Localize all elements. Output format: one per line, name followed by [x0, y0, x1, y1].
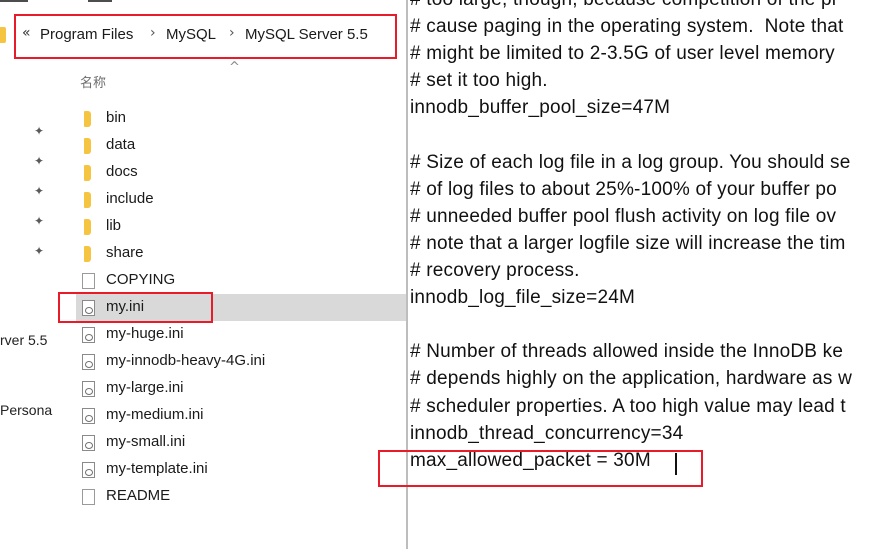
settings-file-icon: [82, 354, 95, 370]
file-item[interactable]: my-medium.ini: [76, 402, 406, 429]
item-name: my-huge.ini: [106, 325, 184, 342]
folder-item[interactable]: lib: [76, 213, 406, 240]
file-icon: [82, 273, 95, 289]
pin-icon[interactable]: ✦: [34, 184, 48, 198]
file-explorer-pane: « Program Files › MySQL › MySQL Server 5…: [0, 0, 406, 549]
text-caret: [675, 453, 677, 475]
editor-line[interactable]: innodb_log_file_size=24M: [410, 287, 635, 309]
editor-line[interactable]: # unneeded buffer pool flush activity on…: [410, 206, 836, 228]
pin-icon[interactable]: ✦: [34, 214, 48, 228]
settings-file-icon: [82, 381, 95, 397]
file-item[interactable]: my-innodb-heavy-4G.ini: [76, 348, 406, 375]
pin-icon[interactable]: ✦: [34, 244, 48, 258]
item-name: data: [106, 136, 136, 153]
file-item[interactable]: my-huge.ini: [76, 321, 406, 348]
folder-icon: [0, 27, 6, 43]
item-name: lib: [106, 217, 122, 234]
item-name: my-large.ini: [106, 379, 184, 396]
settings-file-icon: [82, 327, 95, 343]
item-name: share: [106, 244, 144, 261]
item-name: my-small.ini: [106, 433, 186, 450]
editor-line[interactable]: # recovery process.: [410, 260, 580, 282]
title-strip-fragment: [0, 0, 406, 10]
editor-line[interactable]: # depends highly on the application, har…: [410, 368, 852, 390]
editor-line[interactable]: # Number of threads allowed inside the I…: [410, 341, 843, 363]
sort-caret-icon[interactable]: ^: [229, 60, 240, 75]
file-item[interactable]: my-small.ini: [76, 429, 406, 456]
editor-line[interactable]: max_allowed_packet = 30M: [410, 450, 651, 472]
settings-file-icon: [82, 300, 95, 316]
pin-icon[interactable]: ✦: [34, 154, 48, 168]
item-name: my-medium.ini: [106, 406, 204, 423]
folder-item[interactable]: share: [76, 240, 406, 267]
editor-line[interactable]: # cause paging in the operating system. …: [410, 16, 844, 38]
editor-line[interactable]: # Size of each log file in a log group. …: [410, 152, 851, 174]
nav-item-label[interactable]: rver 5.5: [0, 332, 47, 348]
text-editor[interactable]: # too large, though, because competition…: [408, 0, 892, 549]
folder-icon: [84, 138, 91, 154]
chevron-right-icon[interactable]: ›: [150, 25, 156, 41]
file-item[interactable]: COPYING: [76, 267, 406, 294]
editor-line[interactable]: # of log files to about 25%-100% of your…: [410, 179, 837, 201]
settings-file-icon: [82, 435, 95, 451]
item-name: my-innodb-heavy-4G.ini: [106, 352, 266, 369]
breadcrumb-overflow-icon[interactable]: «: [22, 25, 31, 41]
folder-item[interactable]: include: [76, 186, 406, 213]
folder-item[interactable]: data: [76, 132, 406, 159]
settings-file-icon: [82, 462, 95, 478]
editor-line[interactable]: # scheduler properties. A too high value…: [410, 396, 846, 418]
item-name: my.ini: [106, 298, 145, 315]
item-name: docs: [106, 163, 138, 180]
item-name: bin: [106, 109, 127, 126]
folder-icon: [84, 192, 91, 208]
item-name: my-template.ini: [106, 460, 208, 477]
file-item[interactable]: my.ini: [76, 294, 406, 321]
item-name: README: [106, 487, 171, 504]
folder-icon: [84, 111, 91, 127]
chevron-right-icon[interactable]: ›: [229, 25, 235, 41]
breadcrumb-mysql-server[interactable]: MySQL Server 5.5: [245, 26, 368, 43]
breadcrumb-mysql[interactable]: MySQL: [166, 26, 216, 43]
editor-line[interactable]: # note that a larger logfile size will i…: [410, 233, 846, 255]
breadcrumb-program-files[interactable]: Program Files: [40, 26, 133, 43]
address-bar[interactable]: « Program Files › MySQL › MySQL Server 5…: [0, 17, 406, 55]
editor-line[interactable]: # set it too high.: [410, 70, 548, 92]
file-item[interactable]: README: [76, 483, 406, 510]
folder-icon: [84, 219, 91, 235]
file-icon: [82, 489, 95, 505]
folder-icon: [84, 246, 91, 262]
editor-line[interactable]: innodb_buffer_pool_size=47M: [410, 97, 670, 119]
editor-line[interactable]: # too large, though, because competition…: [410, 0, 838, 11]
item-name: include: [106, 190, 154, 207]
editor-line[interactable]: # might be limited to 2-3.5G of user lev…: [410, 43, 835, 65]
editor-line[interactable]: innodb_thread_concurrency=34: [410, 423, 683, 445]
folder-icon: [84, 165, 91, 181]
file-item[interactable]: my-template.ini: [76, 456, 406, 483]
folder-item[interactable]: docs: [76, 159, 406, 186]
settings-file-icon: [82, 408, 95, 424]
folder-item[interactable]: bin: [76, 105, 406, 132]
column-header-name[interactable]: 名称: [80, 72, 106, 91]
file-item[interactable]: my-large.ini: [76, 375, 406, 402]
item-name: COPYING: [106, 271, 176, 288]
nav-item-label[interactable]: Persona: [0, 402, 52, 418]
pin-icon[interactable]: ✦: [34, 124, 48, 138]
